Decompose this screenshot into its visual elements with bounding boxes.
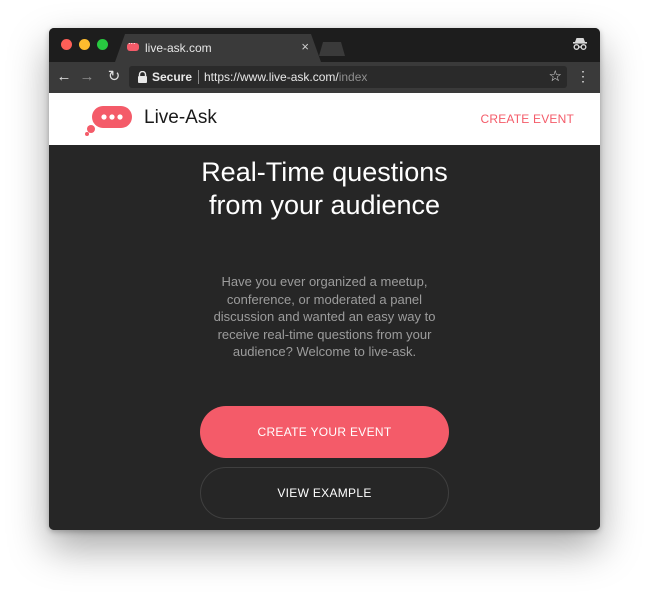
tab-title: live-ask.com <box>145 41 212 55</box>
brand-name[interactable]: Live-Ask <box>144 107 217 129</box>
close-window-button[interactable] <box>61 39 72 50</box>
site-header: Live-Ask CREATE EVENT <box>49 93 600 145</box>
url-path: index <box>338 70 368 84</box>
menu-icon[interactable]: ⋮ <box>576 68 590 84</box>
favicon-icon <box>127 36 139 51</box>
lock-icon <box>138 71 147 83</box>
create-event-link[interactable]: CREATE EVENT <box>480 112 574 126</box>
url-base: https://www.live-ask.com/ <box>204 70 339 84</box>
minimize-window-button[interactable] <box>79 39 90 50</box>
browser-toolbar: ← → ↻ Secure https://www.live-ask.com/in… <box>49 62 600 93</box>
address-bar[interactable]: Secure https://www.live-ask.com/index ☆ <box>129 66 567 88</box>
incognito-icon <box>573 38 587 50</box>
star-icon[interactable]: ☆ <box>549 67 562 85</box>
new-tab-button[interactable] <box>319 42 345 56</box>
tab-close-icon[interactable]: × <box>301 39 309 55</box>
browser-tab[interactable]: live-ask.com × <box>115 34 321 62</box>
hero-description: Have you ever organized a meetup, confer… <box>213 274 436 359</box>
tab-strip: live-ask.com × <box>49 28 600 62</box>
maximize-window-button[interactable] <box>97 39 108 50</box>
web-page: Live-Ask CREATE EVENT Real-Time question… <box>49 93 600 530</box>
back-arrow-icon[interactable]: ← <box>54 67 74 87</box>
address-divider <box>198 70 199 84</box>
secure-label: Secure <box>152 70 193 84</box>
create-your-event-button[interactable]: CREATE YOUR EVENT <box>200 406 449 458</box>
reload-icon[interactable]: ↻ <box>104 67 124 87</box>
view-example-button[interactable]: VIEW EXAMPLE <box>200 467 449 519</box>
hero-title: Real-Time questions from your audience <box>201 157 448 220</box>
forward-arrow-icon[interactable]: → <box>77 67 97 87</box>
browser-window: live-ask.com × ← → ↻ Secure https://www.… <box>49 28 600 530</box>
url-text[interactable]: https://www.live-ask.com/index <box>204 70 367 84</box>
chat-bubble-logo-icon[interactable] <box>85 104 133 136</box>
